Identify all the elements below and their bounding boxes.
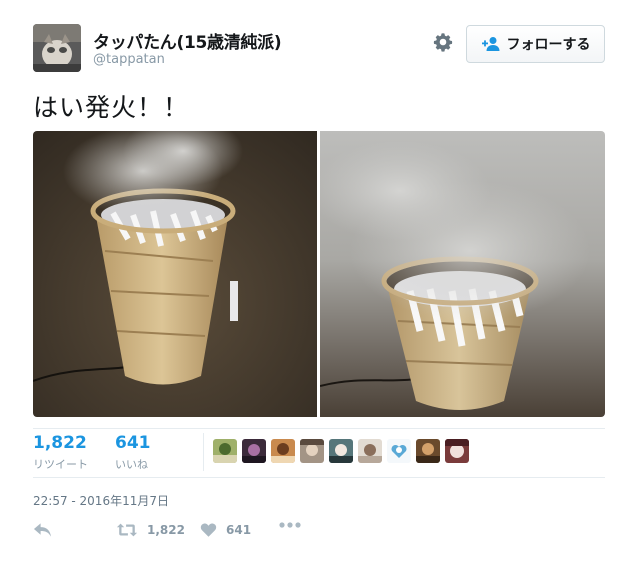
liker-avatar[interactable]	[445, 439, 469, 463]
heart-icon	[200, 523, 217, 537]
retweet-count: 1,822	[33, 433, 87, 453]
more-dots-icon	[279, 522, 301, 528]
retweet-stat[interactable]: 1,822 リツイート	[33, 433, 88, 472]
divider	[33, 428, 605, 429]
more-button[interactable]	[279, 522, 301, 528]
follow-person-icon	[481, 37, 499, 51]
reply-button[interactable]	[33, 522, 52, 538]
retweet-button[interactable]: 1,822	[116, 522, 185, 538]
liker-avatar[interactable]	[329, 439, 353, 463]
likers-list	[213, 439, 469, 463]
retweet-label: リツイート	[33, 458, 88, 471]
follow-button[interactable]: フォローする	[466, 25, 605, 63]
display-name[interactable]: タッパたん(15歳清純派)	[93, 28, 282, 53]
liker-avatar[interactable]	[271, 439, 295, 463]
like-label: いいね	[115, 458, 148, 471]
tweet-text: はい発火！！	[33, 93, 190, 122]
retweet-action-count: 1,822	[147, 523, 185, 537]
like-count: 641	[115, 433, 151, 453]
liker-avatar[interactable]	[300, 439, 324, 463]
divider	[203, 433, 204, 471]
tweet-photo-2[interactable]	[320, 131, 605, 417]
like-action-count: 641	[226, 523, 252, 537]
liker-avatar[interactable]	[387, 439, 411, 463]
reply-icon	[33, 523, 52, 537]
avatar[interactable]	[33, 24, 81, 72]
follow-button-label: フォローする	[506, 37, 591, 53]
like-stat[interactable]: 641 いいね	[115, 433, 151, 472]
retweet-icon	[116, 523, 138, 537]
divider	[33, 477, 605, 478]
tweet-photo-1[interactable]	[33, 131, 317, 417]
liker-avatar[interactable]	[242, 439, 266, 463]
liker-avatar[interactable]	[358, 439, 382, 463]
user-handle[interactable]: @tappatan	[93, 52, 165, 67]
liker-avatar[interactable]	[416, 439, 440, 463]
gear-icon[interactable]	[432, 31, 454, 53]
like-button[interactable]: 641	[200, 522, 251, 538]
liker-avatar[interactable]	[213, 439, 237, 463]
timestamp[interactable]: 22:57 - 2016年11月7日	[33, 492, 169, 509]
